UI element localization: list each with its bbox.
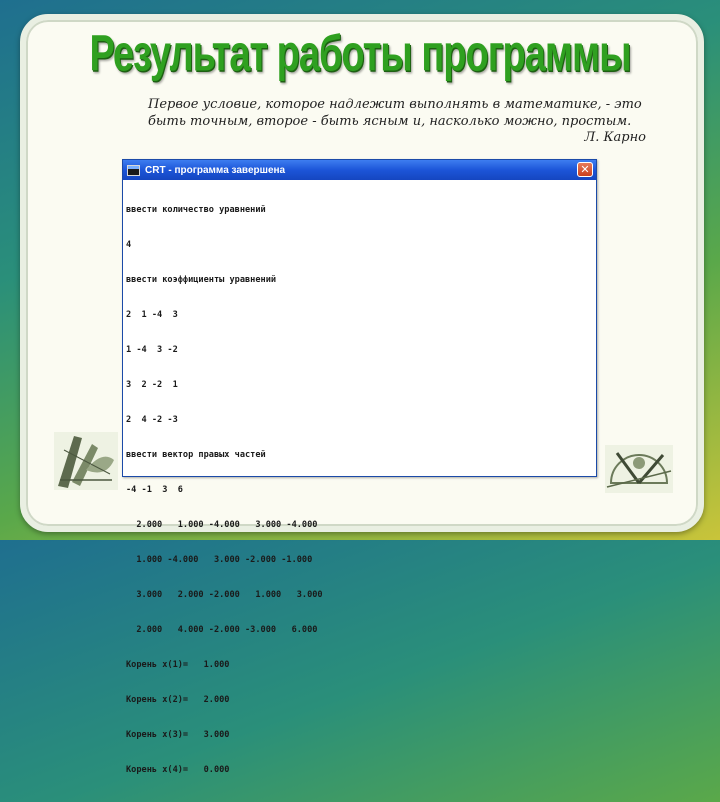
console-line: 3 2 -2 1 [126, 380, 178, 391]
console-line: 2.000 1.000 -4.000 3.000 -4.000 [126, 519, 318, 530]
console-line: 1 -4 3 -2 [126, 345, 178, 356]
console-line: 4 [126, 240, 132, 251]
console-app-icon [127, 164, 140, 176]
console-line: Корень x(3)= 3.000 [126, 729, 230, 740]
close-button[interactable]: ✕ [577, 162, 593, 177]
console-window[interactable]: CRT - программа завершена ✕ ввести колич… [122, 159, 597, 775]
console-line: 2.000 4.000 -2.000 -3.000 6.000 [126, 624, 318, 635]
quote-author: Л. Карно [584, 130, 646, 145]
console-line: Корень x(1)= 1.000 [126, 659, 230, 670]
console-line: ввести вектор правых частей [126, 449, 266, 460]
console-line: ввести количество уравнений [126, 205, 266, 216]
console-line: 3.000 2.000 -2.000 1.000 3.000 [126, 589, 323, 600]
console-line: 1.000 -4.000 3.000 -2.000 -1.000 [126, 554, 313, 565]
window-titlebar[interactable]: CRT - программа завершена ✕ [123, 160, 596, 180]
console-line: ввести коэффициенты уравнений [126, 275, 277, 286]
compass-icon [605, 445, 673, 493]
console-line: Корень x(4)= 0.000 [126, 764, 230, 775]
console-line: 2 1 -4 3 [126, 310, 178, 321]
window-title: CRT - программа завершена [145, 164, 286, 176]
console-line: 2 4 -2 -3 [126, 415, 178, 426]
console-line: Корень x(2)= 2.000 [126, 694, 230, 705]
console-output: ввести количество уравнений 4 ввести коэ… [123, 180, 596, 802]
slide-title: Результат работы программы [89, 26, 631, 83]
geometry-tools-icon [54, 432, 118, 490]
console-line: -4 -1 3 6 [126, 484, 183, 495]
quote-text: Первое условие, которое надлежит выполня… [148, 97, 642, 129]
